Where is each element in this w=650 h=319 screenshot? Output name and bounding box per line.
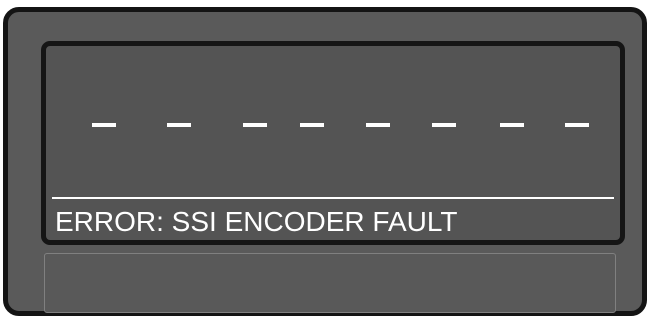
display-divider xyxy=(52,197,614,199)
digit-2-dash xyxy=(167,123,191,127)
digit-1-dash xyxy=(92,123,116,127)
digit-5-dash xyxy=(366,123,390,127)
error-message: ERROR: SSI ENCODER FAULT xyxy=(55,206,458,237)
digit-8-dash xyxy=(565,123,589,127)
digit-7-dash xyxy=(500,123,524,127)
digit-3-dash xyxy=(243,123,267,127)
digit-6-dash xyxy=(432,123,456,127)
lcd-display: ERROR: SSI ENCODER FAULT xyxy=(41,41,625,245)
digit-readout xyxy=(46,46,620,186)
lower-panel xyxy=(44,253,616,313)
digit-4-dash xyxy=(300,123,324,127)
indicator-housing: ERROR: SSI ENCODER FAULT xyxy=(3,7,647,316)
